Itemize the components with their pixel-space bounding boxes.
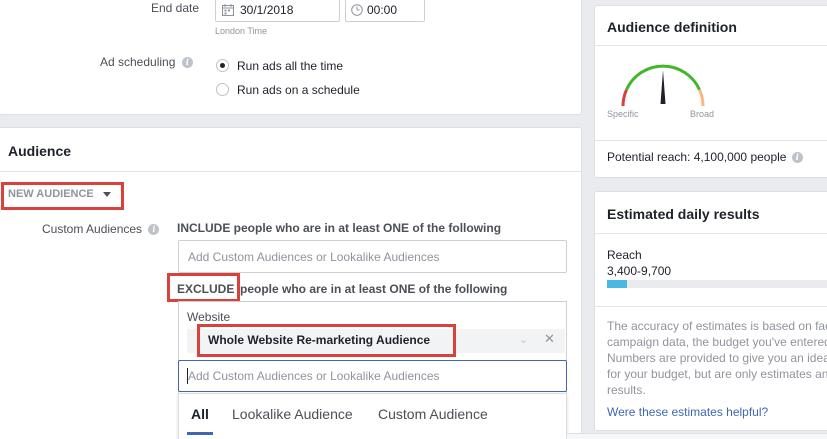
tab-custom-audience[interactable]: Custom Audience (378, 406, 488, 422)
info-icon[interactable]: i (181, 57, 193, 69)
tab-lookalike-audience[interactable]: Lookalike Audience (232, 406, 353, 422)
estimated-results-title: Estimated daily results (607, 206, 760, 222)
run-on-schedule-label[interactable]: Run ads on a schedule (237, 83, 360, 97)
remove-icon[interactable]: ✕ (544, 331, 555, 347)
audience-gauge (621, 64, 705, 107)
exclude-audience-input[interactable]: Add Custom Audiences or Lookalike Audien… (178, 360, 567, 392)
end-date-value: 30/1/2018 (240, 3, 294, 17)
timezone-label: London Time (215, 26, 268, 36)
estimates-helpful-link[interactable]: Were these estimates helpful? (607, 405, 768, 419)
text-cursor (187, 368, 188, 384)
reach-bar-fill (607, 280, 627, 288)
gauge-label-specific: Specific (607, 109, 639, 119)
disclaimer-line: Numbers are provided to give you an idea (607, 351, 827, 365)
highlight-new-audience (1, 182, 124, 210)
estimates-divider-2 (594, 306, 827, 307)
reach-bar-track (607, 280, 827, 288)
radio-run-on-schedule[interactable] (216, 83, 229, 96)
tab-all[interactable]: All (191, 406, 209, 422)
end-date-label: End date (151, 1, 200, 15)
reach-label: Reach (607, 248, 642, 262)
disclaimer-line: campaign data, the budget you've entered (607, 335, 827, 349)
tab-all-underline (187, 432, 213, 435)
include-audience-input[interactable]: Add Custom Audiences or Lookalike Audien… (178, 240, 567, 273)
definition-divider-2 (594, 140, 827, 141)
include-placeholder: Add Custom Audiences or Lookalike Audien… (188, 249, 440, 264)
gauge-needle (660, 70, 666, 104)
disclaimer-line: The accuracy of estimates is based on fa… (607, 319, 827, 333)
audience-title: Audience (8, 143, 72, 159)
disclaimer-line: for your budget, but are only estimates … (607, 367, 827, 381)
audience-divider (0, 171, 582, 172)
highlight-exclude (167, 273, 240, 302)
custom-audiences-text: Custom Audiences (42, 222, 143, 236)
highlight-excluded-audience (197, 324, 456, 357)
potential-reach: Potential reach: 4,100,000 people i (607, 150, 803, 164)
run-all-time-label[interactable]: Run ads all the time (237, 59, 343, 73)
exclude-text: people who are in at least ONE of the fo… (240, 282, 508, 296)
reach-value: 3,400-9,700 (607, 264, 672, 278)
estimates-divider (594, 233, 827, 234)
exclude-placeholder: Add Custom Audiences or Lookalike Audien… (188, 369, 440, 383)
info-icon[interactable]: i (148, 224, 160, 236)
estimates-disclaimer: The accuracy of estimates is based on fa… (607, 318, 827, 398)
ad-scheduling-label: Ad scheduling i (100, 55, 193, 69)
clock-icon (351, 4, 363, 16)
calendar-icon (222, 4, 234, 16)
definition-divider (594, 45, 827, 46)
info-icon[interactable]: i (791, 152, 803, 164)
end-time-field[interactable]: 00:00 (345, 0, 425, 22)
overlay-panel-edge (567, 433, 827, 439)
include-text: INCLUDE people who are in at least ONE o… (177, 221, 502, 235)
end-date-field[interactable]: 30/1/2018 (215, 0, 340, 22)
gauge-arc-orange (698, 89, 705, 107)
potential-reach-text: Potential reach: 4,100,000 people (607, 150, 787, 164)
disclaimer-line: results. (607, 383, 646, 397)
custom-audiences-label: Custom Audiences i (42, 222, 160, 236)
audience-definition-title: Audience definition (607, 19, 737, 35)
gauge-label-broad: Broad (690, 109, 715, 119)
radio-run-all-time[interactable] (216, 59, 229, 72)
exclude-group-label: Website (187, 310, 231, 324)
gauge-arc-red (621, 89, 628, 107)
ad-scheduling-text: Ad scheduling (100, 55, 176, 69)
end-time-value: 00:00 (367, 3, 398, 17)
chevron-down-icon[interactable]: ⌄ (519, 333, 528, 346)
